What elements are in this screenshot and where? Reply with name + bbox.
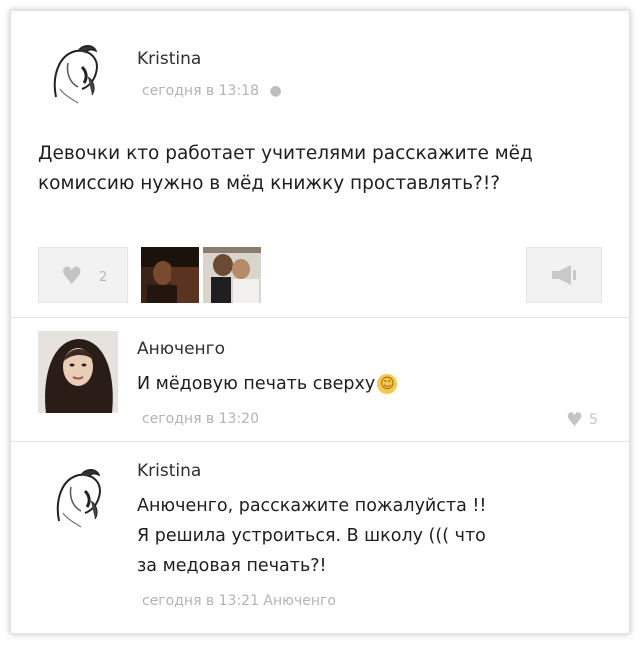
smiley-emoji-icon: ☺ [377,374,398,394]
profile-photo [38,331,118,413]
like-button[interactable]: ♥ 2 [38,247,128,303]
comment-text-line: за медовая печать?! [137,556,327,576]
post-time-text: сегодня в 13:18 [142,83,259,99]
comment-like-button[interactable]: ♥ 5 [566,409,598,431]
sketch-portrait-icon [56,469,101,528]
comment-text: Анюченго, расскажите пожалуйста !! Я реш… [137,491,486,581]
sketch-portrait-icon [53,45,98,104]
comment-text-content: И мёдовую печать сверху [137,374,376,394]
commenter-avatar[interactable] [38,331,118,413]
divider [11,317,629,318]
post-text: Девочки кто работает учителями расскажит… [38,143,533,194]
author-avatar[interactable] [38,37,110,109]
commenter-avatar[interactable] [41,461,113,533]
photo-thumbnail [203,247,261,303]
photo-thumbnail [141,247,199,303]
heart-icon: ♥ [61,262,83,290]
comment-text: И мёдовую печать сверху ☺ [137,369,398,399]
apple-icon: ● [269,83,282,99]
divider [11,441,629,442]
comment-timestamp: сегодня в 13:20 [142,411,259,427]
megaphone-icon [552,265,576,285]
comment-timestamp: сегодня в 13:21 Анюченго [142,593,336,609]
comment-text-line: Анюченго, расскажите пожалуйста !! [137,496,487,516]
share-button[interactable] [526,247,602,303]
comment-author-name[interactable]: Анюченго [137,339,225,359]
attached-photo-2[interactable] [203,247,261,303]
post-author-name[interactable]: Kristina [137,49,201,69]
post-card: Kristina сегодня в 13:18 ● Девочки кто р… [11,11,629,316]
comment-text-line: Я решила устроиться. В школу ((( что [137,526,486,546]
like-count: 2 [99,270,108,285]
comment-author-name[interactable]: Kristina [137,461,201,481]
feed-frame: Kristina сегодня в 13:18 ● Девочки кто р… [10,10,630,634]
heart-icon: ♥ [566,409,584,431]
attached-photo-1[interactable] [141,247,199,303]
comment-like-count: 5 [589,412,598,428]
post-timestamp: сегодня в 13:18 ● [142,83,282,99]
